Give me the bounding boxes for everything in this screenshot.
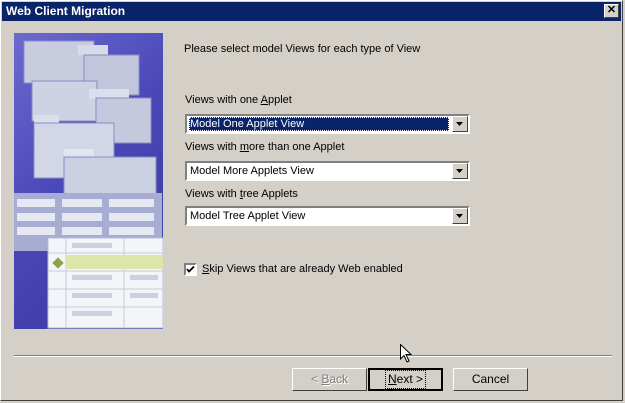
more-applets-view-value: Model More Applets View: [190, 165, 314, 177]
wizard-illustration: [14, 33, 163, 329]
back-button[interactable]: < Back: [292, 368, 367, 391]
skip-web-enabled-checkbox[interactable]: [184, 263, 197, 276]
chevron-down-icon: [456, 214, 463, 218]
title-bar[interactable]: Web Client Migration ✕: [2, 2, 621, 21]
cancel-button[interactable]: Cancel: [453, 368, 528, 391]
instruction-text: Please select model Views for each type …: [184, 43, 421, 55]
mouse-cursor-icon: [400, 344, 412, 363]
next-button[interactable]: Next >: [368, 368, 443, 391]
wizard-dialog: Web Client Migration ✕ Please select mod…: [0, 0, 623, 401]
dropdown-button[interactable]: [452, 163, 468, 179]
window-title: Web Client Migration: [6, 4, 126, 18]
chevron-down-icon: [456, 122, 463, 126]
button-separator: [14, 355, 612, 357]
folders-and-forms-illustration: [14, 40, 163, 329]
tree-applets-view-select[interactable]: Model Tree Applet View: [185, 206, 470, 226]
dropdown-button[interactable]: [452, 208, 468, 224]
close-icon: ✕: [606, 4, 617, 16]
one-applet-label: Views with one Applet: [185, 94, 292, 106]
more-applets-view-select[interactable]: Model More Applets View: [185, 161, 470, 181]
one-applet-view-select[interactable]: Model One Applet View: [185, 114, 470, 134]
chevron-down-icon: [456, 169, 463, 173]
dropdown-button[interactable]: [452, 116, 468, 132]
checkmark-icon: [186, 265, 195, 273]
tree-applets-view-value: Model Tree Applet View: [190, 210, 306, 222]
tree-applets-label: Views with tree Applets: [185, 188, 298, 200]
skip-web-enabled-label[interactable]: Skip Views that are already Web enabled: [202, 263, 403, 275]
more-applets-label: Views with more than one Applet: [185, 141, 345, 153]
close-button[interactable]: ✕: [604, 4, 619, 18]
one-applet-view-value: Model One Applet View: [189, 117, 449, 131]
